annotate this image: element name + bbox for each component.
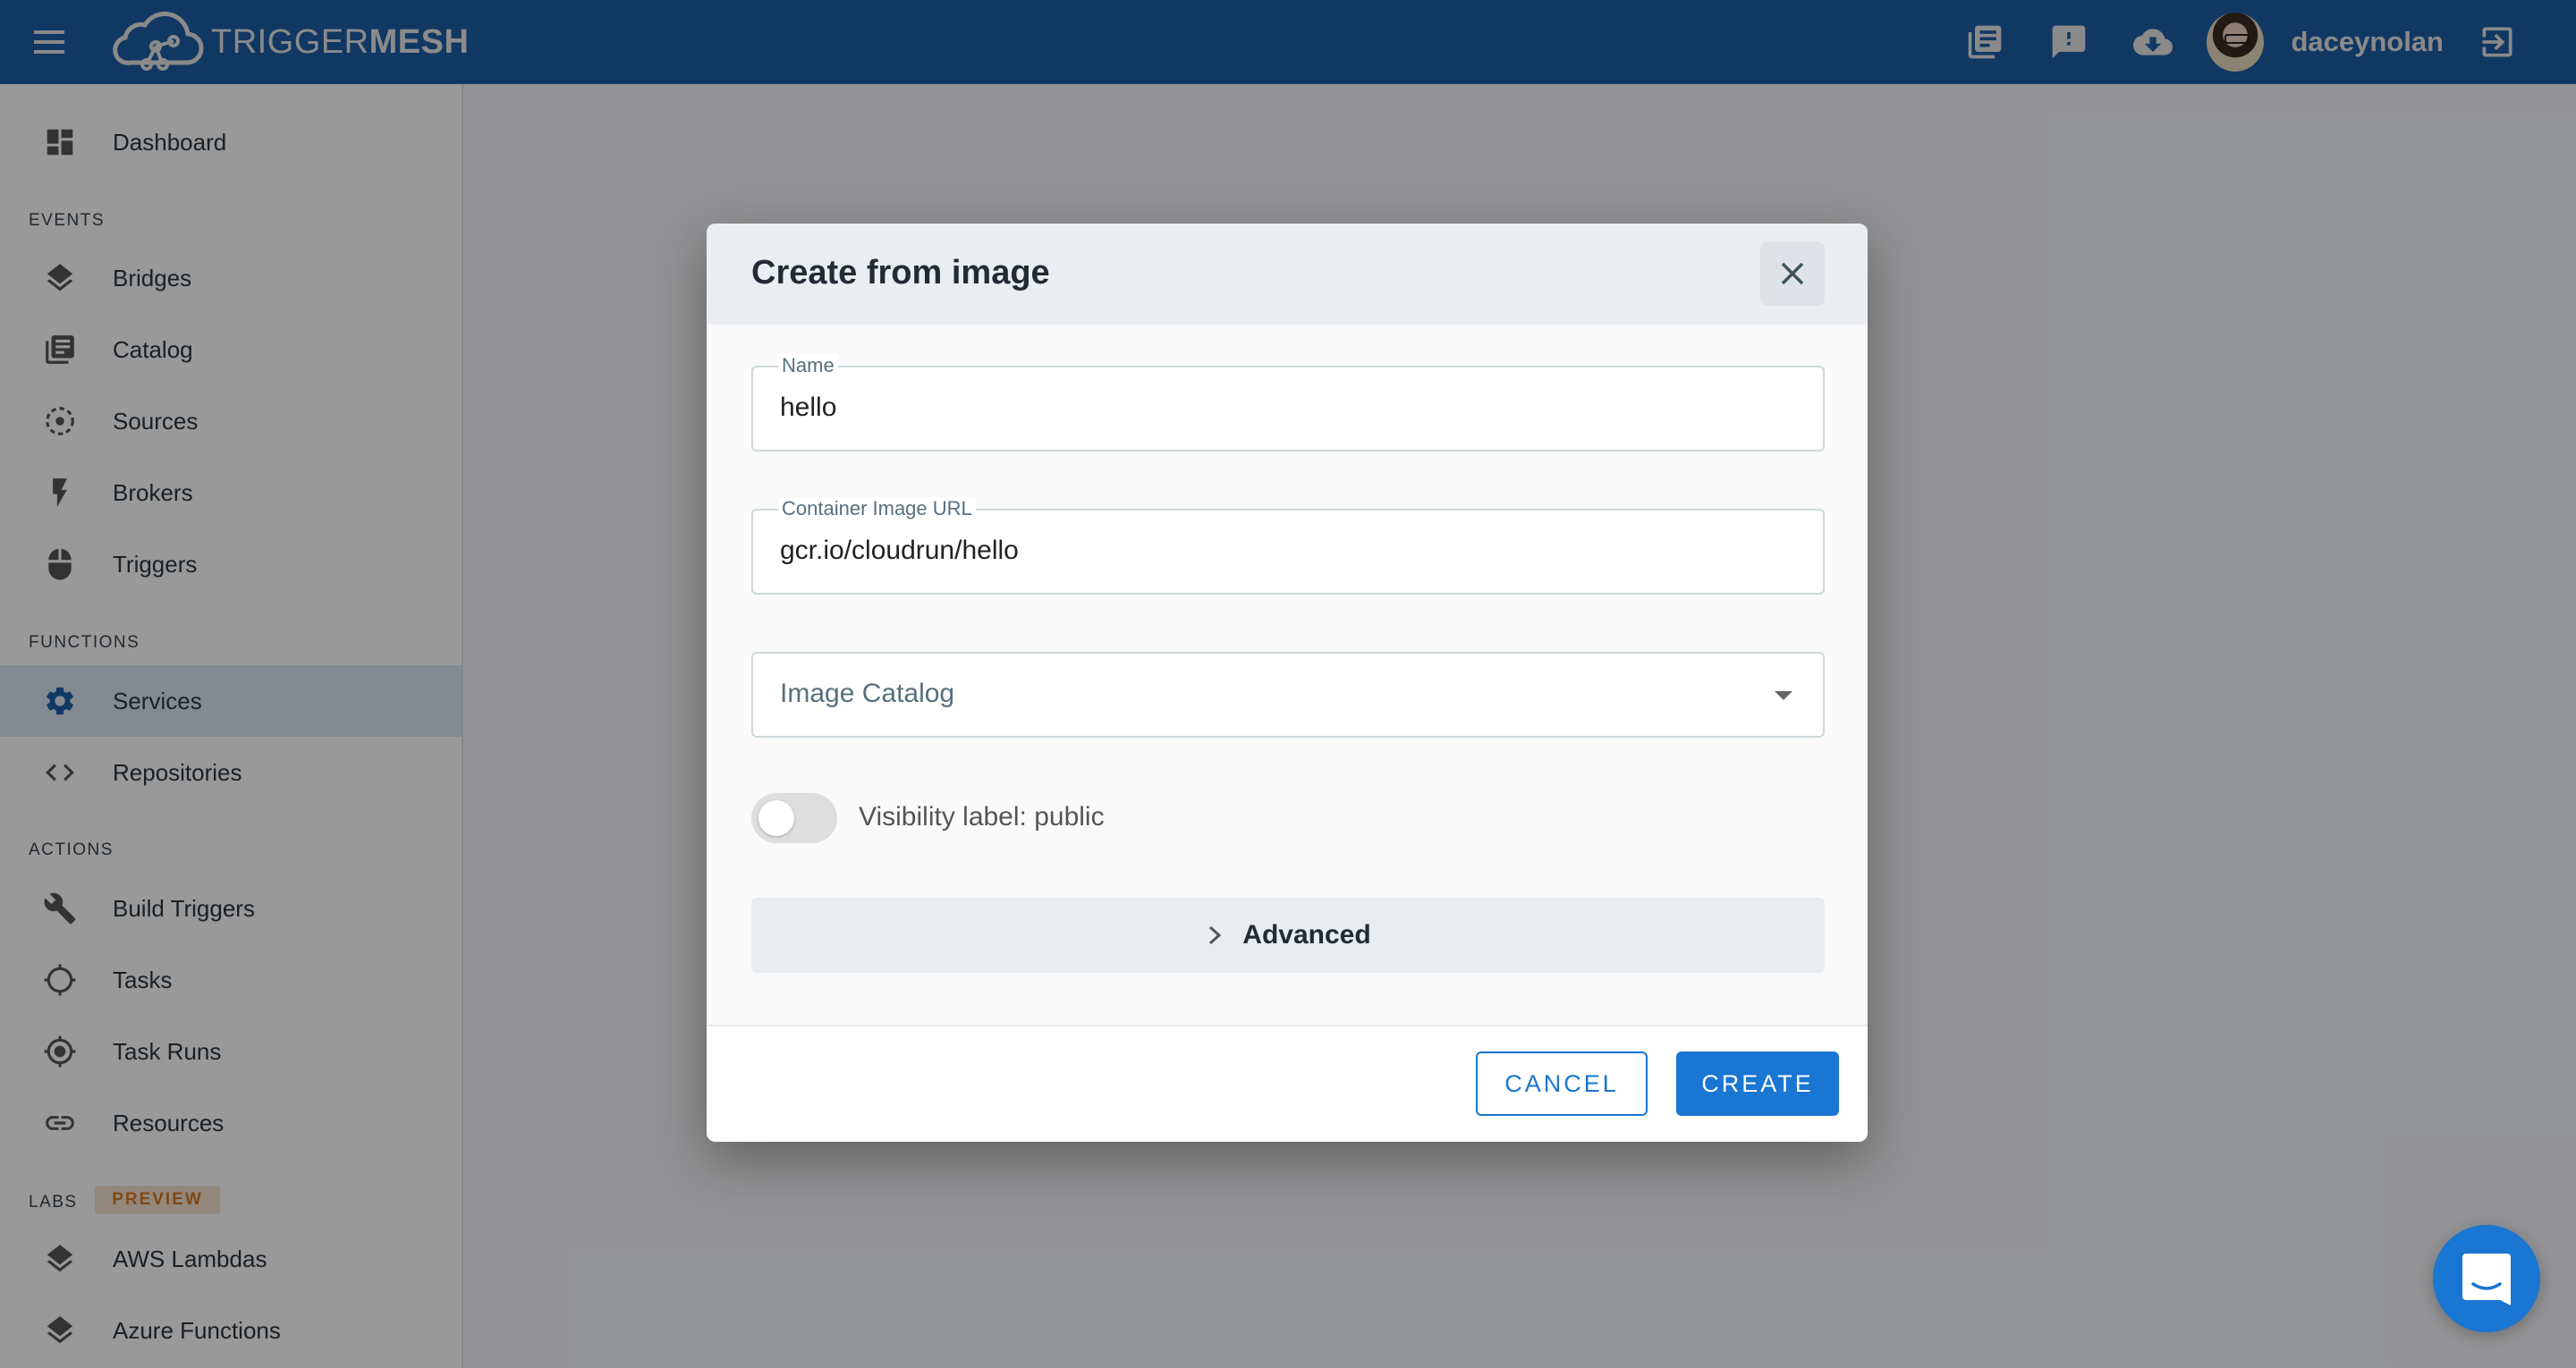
name-field-label: Name [778,354,838,377]
chevron-right-icon [1209,925,1222,945]
name-input[interactable] [780,393,1791,423]
dialog-title: Create from image [751,254,1050,291]
image-catalog-placeholder: Image Catalog [780,679,955,708]
chat-smile-icon [2462,1254,2511,1305]
advanced-label: Advanced [1242,920,1371,950]
advanced-expander[interactable]: Advanced [751,898,1825,973]
toggle-knob [758,800,794,836]
create-button[interactable]: CREATE [1676,1051,1839,1116]
close-button[interactable] [1760,241,1825,306]
visibility-toggle-label: Visibility label: public [859,802,1105,832]
caret-down-icon [1775,691,1792,700]
image-catalog-select[interactable]: Image Catalog [751,652,1825,738]
close-icon [1781,262,1804,285]
dialog-footer: CANCEL CREATE [707,1025,1868,1142]
container-image-url-label: Container Image URL [778,497,976,520]
dialog-header: Create from image [707,224,1868,325]
visibility-toggle[interactable] [751,793,837,843]
container-image-url-field[interactable]: Container Image URL [751,497,1825,595]
name-field[interactable]: Name [751,354,1825,452]
create-from-image-dialog: Create from image Name Container Image U… [707,224,1868,1142]
container-image-url-input[interactable] [780,536,1791,566]
cancel-button[interactable]: CANCEL [1476,1051,1648,1116]
chat-launcher-button[interactable] [2433,1225,2540,1332]
